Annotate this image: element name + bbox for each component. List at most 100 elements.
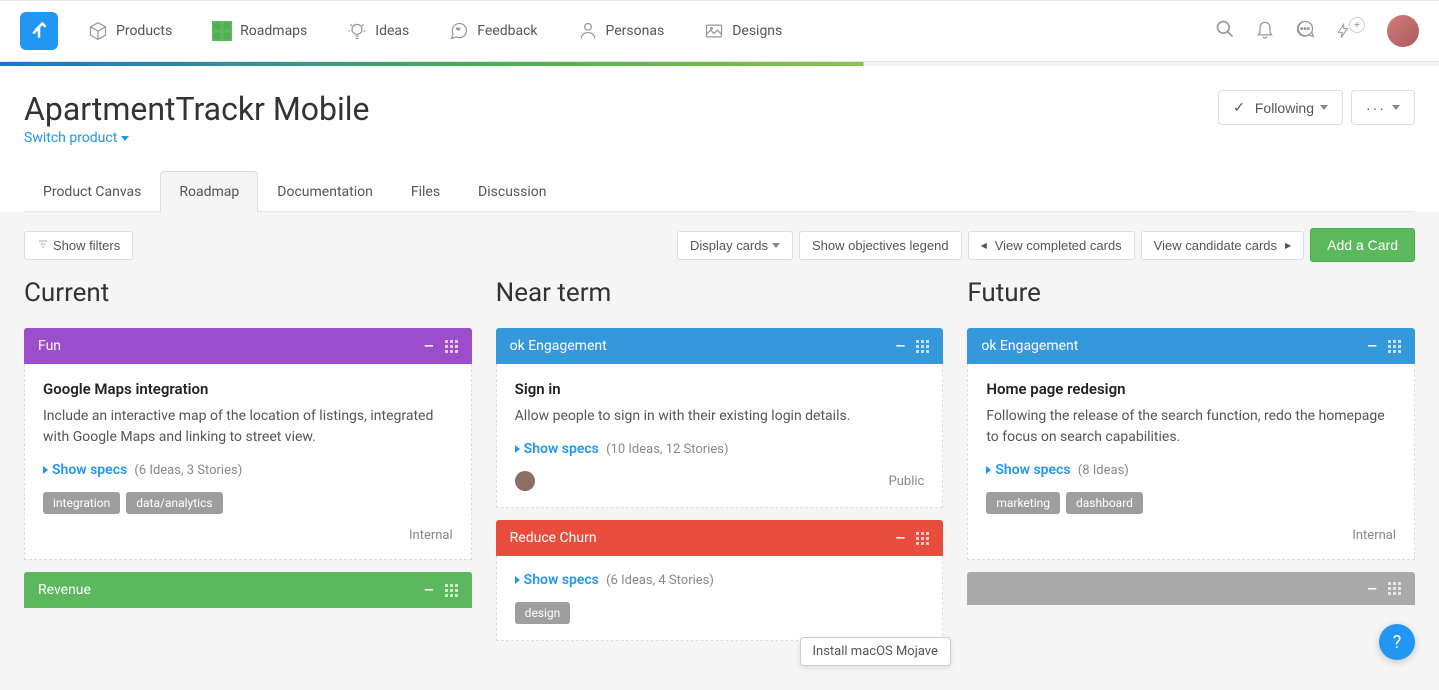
cube-icon	[88, 21, 108, 41]
tag[interactable]: marketing	[986, 492, 1060, 514]
grip-icon[interactable]	[1388, 340, 1401, 353]
tabs: Product CanvasRoadmapDocumentationFilesD…	[24, 170, 1415, 212]
tag[interactable]: dashboard	[1066, 492, 1143, 514]
swimlane-header[interactable]: −	[967, 572, 1415, 605]
lightbulb-icon	[347, 21, 367, 41]
column: Near term ok Engagement − Sign inAllow p…	[496, 278, 944, 653]
collapse-icon[interactable]: −	[1367, 584, 1378, 594]
specs-meta: (6 Ideas, 3 Stories)	[131, 463, 242, 478]
nav-personas[interactable]: Personas	[578, 21, 665, 41]
column: Future ok Engagement − Home page redesig…	[967, 278, 1415, 617]
chevron-down-icon	[772, 243, 780, 248]
assignee-avatar[interactable]	[515, 471, 535, 491]
bell-icon[interactable]	[1255, 19, 1275, 43]
page-header: ApartmentTrackr Mobile Switch product Fo…	[0, 66, 1439, 212]
column: Current Fun − Google Maps integration Inc…	[24, 278, 472, 620]
person-icon	[578, 21, 598, 41]
visibility-label: Internal	[409, 528, 453, 543]
column-title: Current	[24, 278, 472, 308]
switch-product-link[interactable]: Switch product	[24, 130, 129, 146]
show-specs-link[interactable]: Show specs	[43, 462, 127, 478]
nav-feedback[interactable]: Feedback	[449, 21, 537, 41]
card[interactable]: Sign inAllow people to sign in with thei…	[496, 364, 944, 508]
column-title: Future	[967, 278, 1415, 308]
visibility-label: Public	[889, 474, 925, 489]
top-nav: Products Roadmaps Ideas Feedback Persona…	[0, 0, 1439, 62]
swimlane-label: Reduce Churn	[510, 530, 597, 546]
show-filters-button[interactable]: Show filters	[24, 231, 133, 260]
tags: design	[515, 602, 925, 624]
nav-roadmaps[interactable]: Roadmaps	[212, 21, 307, 41]
caret-right-icon	[43, 466, 48, 474]
collapse-icon[interactable]: −	[1367, 341, 1378, 351]
nav-designs[interactable]: Designs	[704, 21, 782, 41]
swimlane-label: ok Engagement	[981, 338, 1078, 354]
tag[interactable]: data/analytics	[126, 492, 222, 514]
card[interactable]: Show specs (6 Ideas, 4 Stories)design	[496, 556, 944, 641]
search-icon[interactable]	[1215, 19, 1235, 43]
heart-chat-icon	[449, 21, 469, 41]
swimlane-label: Fun	[38, 338, 61, 354]
swimlane-header[interactable]: ok Engagement −	[496, 328, 944, 364]
show-specs-link[interactable]: Show specs	[986, 462, 1070, 478]
card[interactable]: Google Maps integration Include an intera…	[24, 364, 472, 560]
grip-icon[interactable]	[445, 340, 458, 353]
tab-product-canvas[interactable]: Product Canvas	[24, 171, 160, 212]
grip-icon[interactable]	[445, 584, 458, 597]
grid-icon	[212, 21, 232, 41]
tab-files[interactable]: Files	[392, 171, 459, 212]
add-card-button[interactable]: Add a Card	[1310, 228, 1415, 262]
card-title: Home page redesign	[986, 380, 1396, 398]
chevron-down-icon	[1320, 105, 1328, 110]
help-button[interactable]: ?	[1379, 624, 1415, 660]
nav-right: +	[1215, 15, 1419, 47]
chat-icon[interactable]	[1295, 19, 1315, 43]
collapse-icon[interactable]: −	[423, 585, 434, 595]
nav-label: Ideas	[375, 23, 409, 39]
collapse-icon[interactable]: −	[423, 341, 434, 351]
collapse-icon[interactable]: −	[895, 341, 906, 351]
collapse-icon[interactable]: −	[895, 533, 906, 543]
card-title: Google Maps integration	[43, 380, 453, 398]
swimlane-header[interactable]: ok Engagement −	[967, 328, 1415, 364]
swimlane-header[interactable]: Revenue −	[24, 572, 472, 608]
nav-products[interactable]: Products	[88, 21, 172, 41]
view-candidate-button[interactable]: View candidate cards	[1141, 231, 1305, 260]
dots-icon: ···	[1366, 100, 1386, 116]
swimlane-label: ok Engagement	[510, 338, 607, 354]
caret-right-icon	[515, 576, 520, 584]
app-logo[interactable]	[20, 12, 58, 50]
grip-icon[interactable]	[1388, 582, 1401, 595]
avatar[interactable]	[1387, 15, 1419, 47]
filter-icon	[37, 238, 49, 253]
show-specs-link[interactable]: Show specs	[515, 572, 599, 588]
column-title: Near term	[496, 278, 944, 308]
display-cards-button[interactable]: Display cards	[677, 231, 793, 260]
tab-documentation[interactable]: Documentation	[258, 171, 392, 212]
nav-label: Feedback	[477, 23, 537, 39]
toolbar: Show filters Display cards Show objectiv…	[0, 212, 1439, 278]
bolt-add-icon[interactable]: +	[1335, 21, 1367, 41]
objectives-legend-button[interactable]: Show objectives legend	[799, 231, 962, 260]
swimlane-label: Revenue	[38, 582, 91, 598]
specs-meta: (10 Ideas, 12 Stories)	[603, 442, 729, 457]
tab-discussion[interactable]: Discussion	[459, 171, 565, 212]
view-completed-button[interactable]: View completed cards	[968, 231, 1135, 260]
swimlane-header[interactable]: Fun −	[24, 328, 472, 364]
card-description: Include an interactive map of the locati…	[43, 406, 453, 448]
os-notification-tooltip: Install macOS Mojave	[800, 637, 951, 666]
nav-ideas[interactable]: Ideas	[347, 21, 409, 41]
grip-icon[interactable]	[916, 532, 929, 545]
show-specs-link[interactable]: Show specs	[515, 441, 599, 457]
caret-right-icon	[515, 445, 520, 453]
tag[interactable]: design	[515, 602, 571, 624]
tab-roadmap[interactable]: Roadmap	[160, 171, 258, 212]
nav-label: Personas	[606, 23, 665, 39]
swimlane-header[interactable]: Reduce Churn −	[496, 520, 944, 556]
more-menu-button[interactable]: ···	[1351, 90, 1415, 125]
card[interactable]: Home page redesignFollowing the release …	[967, 364, 1415, 560]
grip-icon[interactable]	[916, 340, 929, 353]
tag[interactable]: integration	[43, 492, 120, 514]
card-description: Allow people to sign in with their exist…	[515, 406, 925, 427]
following-button[interactable]: Following	[1218, 90, 1343, 125]
